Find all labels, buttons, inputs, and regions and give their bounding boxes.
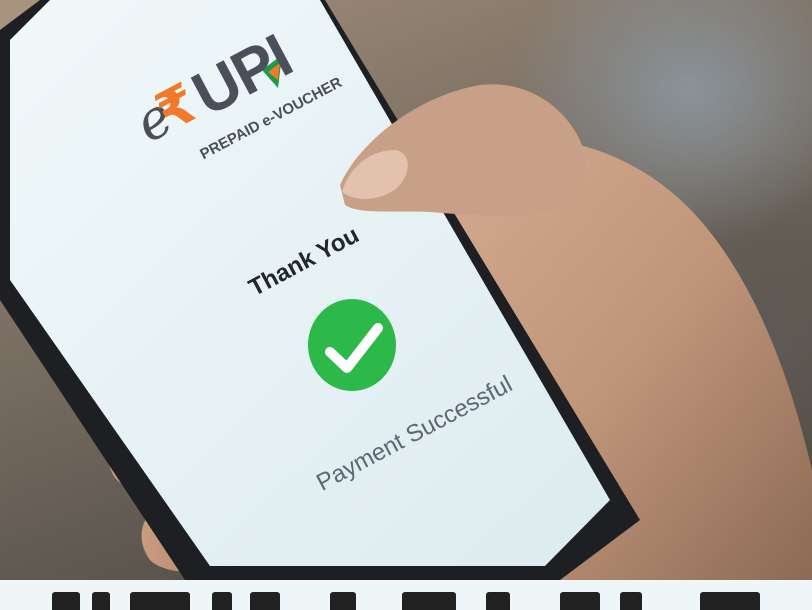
photo-scene: e ₹ UPI PREPAID e-VOUCHER Thank You Paym… <box>0 0 812 580</box>
cropped-caption-strokes <box>0 580 812 610</box>
check-circle-icon <box>308 299 396 391</box>
scene-illustration <box>0 0 812 580</box>
